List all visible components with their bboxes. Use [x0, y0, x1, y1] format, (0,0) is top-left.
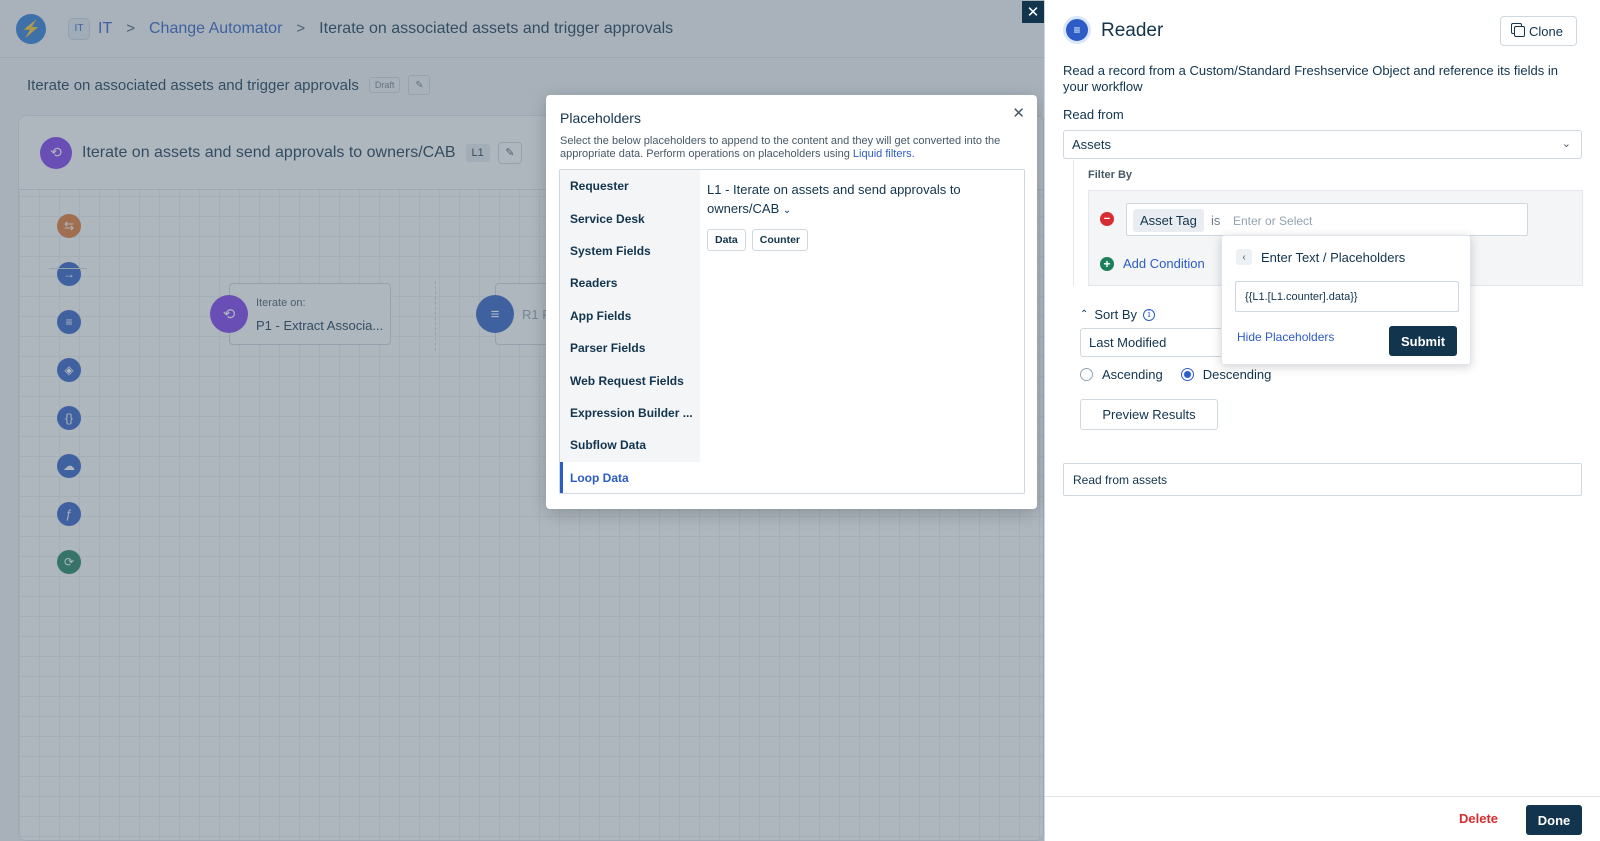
sort-order-radios: Ascending Descending	[1080, 367, 1271, 382]
reader-panel: ≡ Reader Clone Read a record from a Cust…	[1044, 0, 1600, 841]
placeholder-content: L1 - Iterate on assets and send approval…	[707, 180, 1017, 251]
group-title-text: L1 - Iterate on assets and send approval…	[707, 182, 961, 216]
chevron-down-icon: ⌄	[782, 205, 792, 216]
enter-text-popover: ‹ Enter Text / Placeholders {{L1.[L1.cou…	[1221, 235, 1471, 365]
category-subflow-data[interactable]: Subflow Data	[560, 429, 700, 461]
chevron-left-icon[interactable]: ‹	[1236, 249, 1252, 265]
read-from-label: Read from	[1063, 107, 1124, 122]
placeholder-browser: Requester Service Desk System Fields Rea…	[559, 169, 1025, 494]
ascending-radio[interactable]	[1080, 368, 1093, 381]
placeholders-modal: Placeholders ✕ Select the below placehol…	[546, 95, 1037, 509]
close-icon[interactable]: ✕	[1012, 104, 1025, 122]
plus-icon: +	[1100, 256, 1114, 271]
placeholder-group-title[interactable]: L1 - Iterate on assets and send approval…	[707, 180, 1017, 220]
condition-field[interactable]: Asset Tag	[1133, 209, 1204, 232]
category-web-request-fields[interactable]: Web Request Fields	[560, 364, 700, 396]
panel-footer: Delete Done	[1045, 796, 1600, 841]
category-service-desk[interactable]: Service Desk	[560, 202, 700, 234]
filter-by-label: Filter By	[1088, 169, 1133, 181]
delete-button[interactable]: Delete	[1459, 811, 1498, 826]
condition-operator: is	[1211, 213, 1221, 228]
liquid-filters-link[interactable]: Liquid filters.	[853, 148, 915, 160]
info-icon[interactable]: i	[1143, 308, 1156, 321]
sort-by-value: Last Modified	[1089, 335, 1167, 350]
placeholder-chips: Data Counter	[707, 229, 1017, 251]
preview-results-button[interactable]: Preview Results	[1080, 399, 1218, 430]
category-readers[interactable]: Readers	[560, 267, 700, 299]
done-button[interactable]: Done	[1526, 805, 1582, 835]
submit-button[interactable]: Submit	[1389, 326, 1457, 356]
chevron-up-icon: ⌃	[1080, 309, 1089, 320]
condition-value-input[interactable]: Enter or Select	[1233, 214, 1312, 228]
copy-icon	[1514, 25, 1526, 37]
placeholder-chip-counter[interactable]: Counter	[751, 229, 809, 251]
placeholder-chip-data[interactable]: Data	[707, 229, 746, 251]
panel-title: Reader	[1101, 20, 1164, 41]
reader-icon: ≡	[1063, 16, 1091, 44]
add-condition-label: Add Condition	[1123, 256, 1205, 271]
sort-by-select[interactable]: Last Modified	[1080, 328, 1240, 357]
category-parser-fields[interactable]: Parser Fields	[560, 332, 700, 364]
category-requester[interactable]: Requester	[560, 170, 700, 202]
placeholder-text-input[interactable]: {{L1.[L1.counter].data}}	[1235, 281, 1459, 312]
sort-by-label: Sort By	[1094, 307, 1138, 322]
placeholder-category-list: Requester Service Desk System Fields Rea…	[560, 170, 700, 493]
hide-placeholders-link[interactable]: Hide Placeholders	[1237, 330, 1334, 344]
category-expression-builder[interactable]: Expression Builder ...	[560, 397, 700, 429]
read-from-select[interactable]: Assets ⌄	[1063, 130, 1582, 159]
clone-button[interactable]: Clone	[1500, 16, 1577, 46]
chevron-down-icon: ⌄	[1561, 138, 1571, 150]
condition-row[interactable]: Asset Tag is Enter or Select	[1126, 203, 1528, 236]
panel-description: Read a record from a Custom/Standard Fre…	[1063, 63, 1558, 94]
remove-condition-icon[interactable]: −	[1100, 212, 1114, 226]
clone-label: Clone	[1529, 23, 1563, 39]
modal-description: Select the below placeholders to append …	[560, 135, 1026, 161]
descending-label: Descending	[1202, 367, 1272, 382]
add-condition-button[interactable]: + Add Condition	[1100, 256, 1205, 271]
modal-title: Placeholders	[560, 110, 641, 126]
popover-title: Enter Text / Placeholders	[1261, 250, 1406, 265]
read-from-value: Assets	[1072, 137, 1112, 152]
close-panel-icon[interactable]: ✕	[1022, 1, 1044, 23]
description-text: Select the below placeholders to append …	[560, 135, 1001, 160]
ascending-label: Ascending	[1102, 367, 1163, 382]
category-app-fields[interactable]: App Fields	[560, 300, 700, 332]
reader-name-input[interactable]: Read from assets	[1063, 463, 1582, 496]
sort-by-toggle[interactable]: ⌃ Sort By i	[1080, 307, 1156, 322]
descending-radio[interactable]	[1180, 368, 1194, 381]
category-loop-data[interactable]: Loop Data	[560, 461, 700, 493]
category-system-fields[interactable]: System Fields	[560, 235, 700, 267]
